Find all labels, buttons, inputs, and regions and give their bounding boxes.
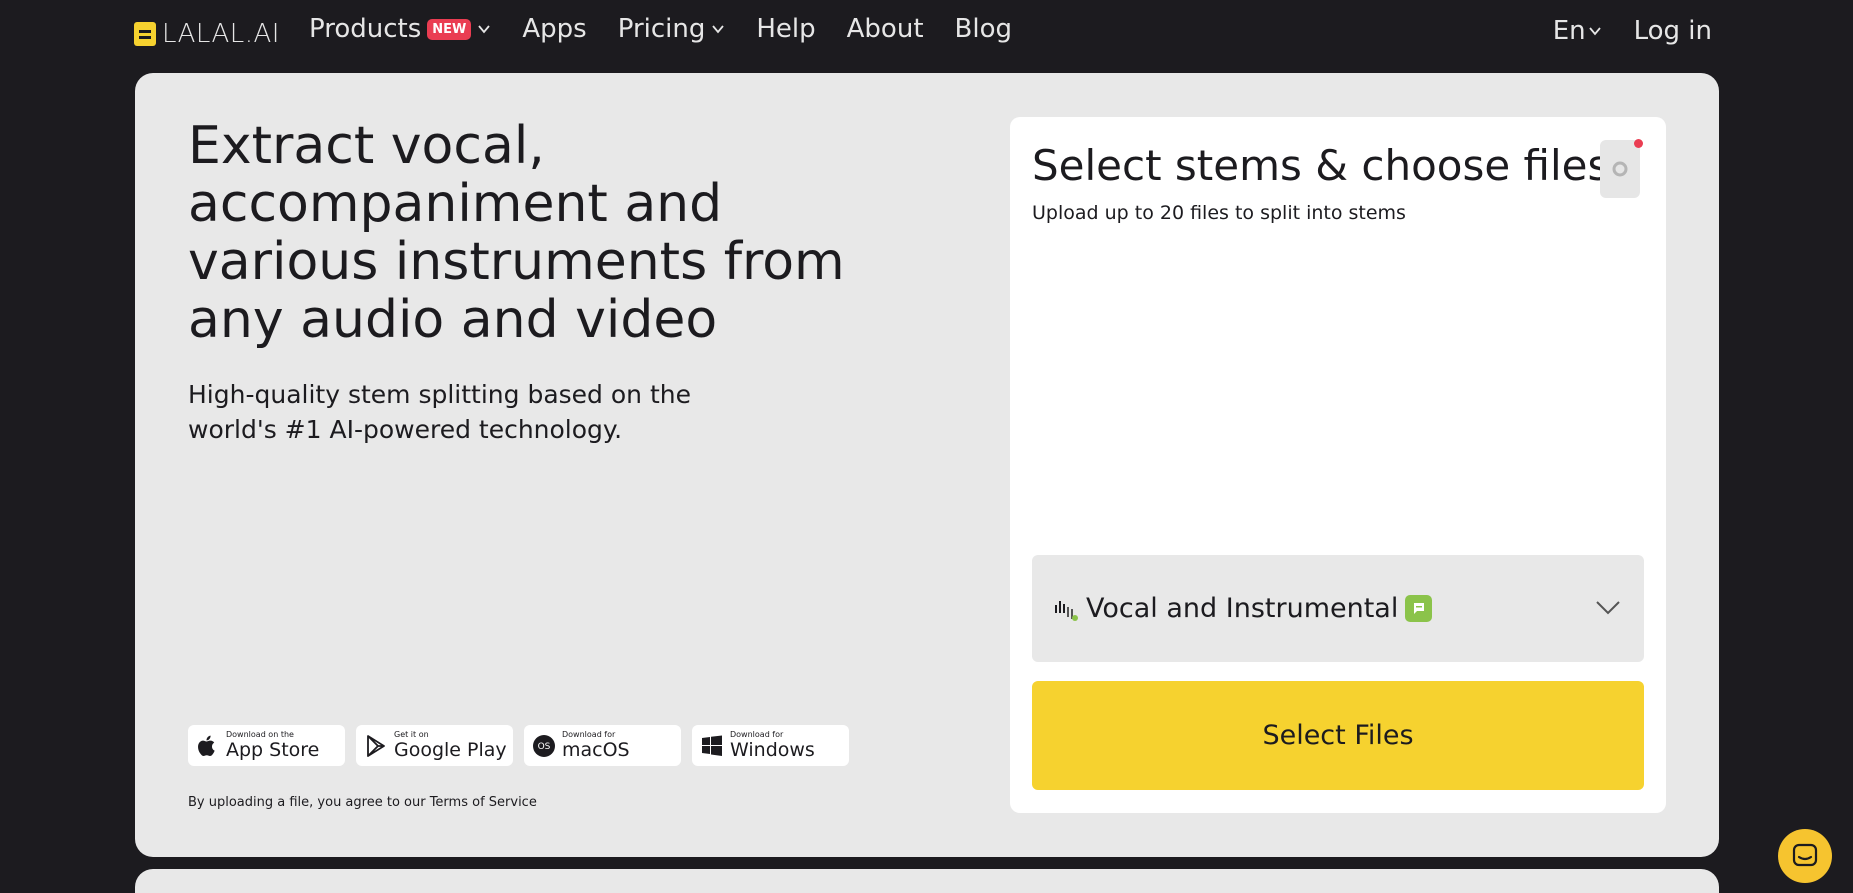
svg-text:OS: OS (538, 742, 551, 752)
windows-icon (700, 734, 724, 758)
stem-type-label: Vocal and Instrumental (1086, 593, 1399, 624)
header-right: En Log in (1553, 16, 1712, 46)
app-store-button[interactable]: Download on the App Store (188, 725, 345, 766)
nav-item-label: Apps (522, 14, 587, 44)
store-small-label: Download for (562, 730, 616, 739)
store-name: Windows (730, 739, 815, 761)
logo-icon (134, 22, 156, 46)
nav-item-label: About (846, 14, 924, 44)
windows-download-button[interactable]: Download for Windows (692, 725, 849, 766)
nav-item-label: Blog (954, 14, 1012, 44)
nav-item-pricing[interactable]: Pricing (618, 14, 726, 44)
settings-button[interactable] (1600, 139, 1643, 198)
store-small-label: Download for (730, 730, 784, 739)
new-badge: NEW (427, 18, 472, 40)
panel-subtitle: Upload up to 20 files to split into stem… (1032, 202, 1406, 224)
store-text: Download for macOS (562, 731, 630, 760)
logo-text: LALAL.AI (162, 19, 280, 49)
chevron-down-icon (1588, 27, 1601, 36)
store-buttons: Download on the App Store Get it on Goog… (188, 725, 849, 766)
google-play-icon (364, 734, 388, 758)
language-label: En (1552, 16, 1586, 46)
notification-dot (1634, 139, 1643, 148)
store-name: App Store (226, 739, 320, 761)
store-small-label: Get it on (394, 730, 429, 739)
store-small-label: Download on the (226, 730, 294, 739)
chat-button[interactable] (1778, 829, 1832, 883)
nav-item-about[interactable]: About (847, 14, 924, 44)
store-name: macOS (562, 739, 630, 761)
nav-item-apps[interactable]: Apps (522, 14, 586, 44)
language-selector[interactable]: En (1553, 16, 1602, 46)
macos-download-button[interactable]: OS Download for macOS (524, 725, 681, 766)
store-text: Download for Windows (730, 731, 815, 760)
store-text: Get it on Google Play (394, 731, 507, 760)
stem-type-dropdown[interactable]: Vocal and Instrumental (1032, 555, 1644, 662)
nav-item-label: Pricing (617, 14, 706, 44)
logo[interactable]: LALAL.AI (134, 19, 280, 49)
main-nav: Products NEW Apps Pricing Help About Blo… (309, 14, 1043, 44)
chevron-down-icon (1596, 601, 1620, 615)
nav-item-help[interactable]: Help (756, 14, 815, 44)
nav-item-label: Products (309, 14, 422, 44)
google-play-button[interactable]: Get it on Google Play (356, 725, 513, 766)
store-name: Google Play (394, 739, 507, 761)
store-text: Download on the App Store (226, 731, 319, 760)
nav-item-products[interactable]: Products NEW (309, 14, 491, 44)
chevron-down-icon (712, 25, 725, 34)
upload-panel: Select stems & choose files Upload up to… (1010, 117, 1666, 813)
nav-item-label: Help (756, 14, 816, 44)
select-files-button[interactable]: Select Files (1032, 681, 1644, 790)
next-section-card (135, 869, 1719, 893)
chat-icon (1792, 843, 1818, 867)
gear-icon (1612, 161, 1628, 177)
panel-title: Select stems & choose files (1032, 141, 1610, 190)
hero-card: Extract vocal, accompaniment and various… (135, 73, 1719, 857)
top-nav: LALAL.AI Products NEW Apps Pricing Help … (0, 0, 1853, 70)
stem-badge-icon (1405, 595, 1433, 622)
terms-prefix: By uploading a file, you agree to our (188, 795, 430, 810)
macos-icon: OS (532, 734, 556, 758)
login-link[interactable]: Log in (1634, 16, 1712, 46)
nav-item-blog[interactable]: Blog (955, 14, 1012, 44)
waveform-icon (1055, 600, 1078, 621)
hero-headline: Extract vocal, accompaniment and various… (188, 116, 845, 350)
chevron-down-icon (478, 25, 491, 34)
terms-of-service-link[interactable]: Terms of Service (430, 795, 537, 810)
terms-notice: By uploading a file, you agree to our Te… (188, 795, 537, 810)
apple-icon (196, 734, 220, 758)
hero-subhead: High-quality stem splitting based on the… (188, 380, 691, 444)
